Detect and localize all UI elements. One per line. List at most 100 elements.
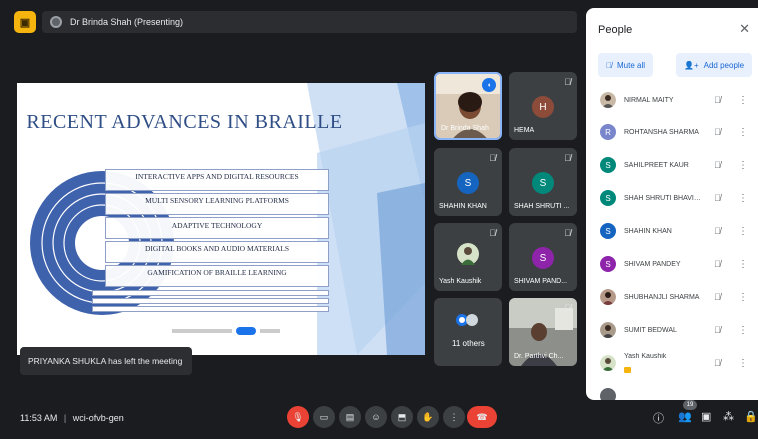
close-icon[interactable]: ✕: [739, 21, 750, 37]
participant-tile[interactable]: 🎙̸ Yash Kaushik: [434, 223, 502, 291]
mic-off-icon: 🎙̸: [714, 127, 721, 137]
avatar: [466, 314, 478, 326]
hangup-icon: ☎: [476, 411, 488, 422]
participant-row[interactable]: NIRMAL MAITY 🎙̸ ⋮: [586, 84, 758, 116]
participant-row[interactable]: S SAHILPREET KAUR 🎙̸ ⋮: [586, 149, 758, 181]
avatar: S: [532, 172, 554, 194]
participant-count-badge: 19: [683, 400, 697, 410]
more-options-icon[interactable]: ⋮: [738, 95, 748, 106]
top-bar: ▣ Dr Brinda Shah (Presenting): [0, 0, 585, 40]
participant-name: SHUBHANJLI SHARMA: [624, 293, 700, 301]
present-button[interactable]: ⬒: [391, 406, 413, 428]
mic-off-icon: 🎙̸: [714, 193, 721, 203]
host-controls-icon[interactable]: 🔒: [744, 410, 758, 423]
hand-raised-icon: [624, 367, 631, 373]
participant-tile[interactable]: 🎙̸ S SHAH SHRUTI ...: [509, 148, 577, 216]
mic-toggle-button[interactable]: 🎙: [287, 406, 309, 428]
more-options-icon[interactable]: ⋮: [738, 127, 748, 138]
slide-title: RECENT ADVANCES IN BRAILLE: [26, 111, 343, 133]
participant-name: SHIVAM PANDEY: [624, 260, 681, 268]
participant-row[interactable]: R ROHTANSHA SHARMA 🎙̸ ⋮: [586, 116, 758, 148]
mic-off-icon: 🎙̸: [489, 153, 496, 163]
avatar: S: [532, 247, 554, 269]
more-options-icon[interactable]: ⋮: [738, 325, 748, 336]
avatar: S: [457, 172, 479, 194]
participant-tile[interactable]: ◖ Dr Brinda Shah: [434, 72, 502, 140]
tile-name: 11 others: [452, 339, 485, 348]
bottom-bar: 11:53 AM | wci-ofvb-gen 🎙 ▭ ▤ ☺ ⬒ ✋ ⋮ ☎ …: [0, 400, 758, 439]
tile-name: SHAH SHRUTI ...: [514, 203, 570, 210]
others-tile[interactable]: 11 others: [434, 298, 502, 366]
avatar: S: [600, 190, 616, 206]
participant-row[interactable]: [586, 380, 758, 400]
stop-sharing-pill: [236, 327, 256, 335]
tile-name: SHAHIN KHAN: [439, 203, 487, 210]
avatar: S: [600, 256, 616, 272]
avatar: S: [600, 157, 616, 173]
slide-bullet: GAMIFICATION OF BRAILLE LEARNING: [105, 265, 329, 287]
more-options-icon[interactable]: ⋮: [738, 226, 748, 237]
hide-text: [259, 329, 280, 333]
participant-name: SHAH SHRUTI BHAVINK...: [624, 194, 704, 202]
camera-icon: ▭: [319, 411, 329, 422]
mic-off-icon: 🎙̸: [714, 259, 721, 269]
avatar: [600, 92, 616, 108]
mic-off-icon: 🎙̸: [489, 228, 496, 238]
mic-off-icon: 🎙̸: [606, 60, 612, 70]
mic-off-icon: 🎙̸: [714, 226, 721, 236]
slide-bullet: DIGITAL BOOKS AND AUDIO MATERIALS: [105, 241, 329, 263]
more-options-button[interactable]: ⋮: [443, 406, 465, 428]
panel-title: People: [598, 24, 633, 36]
participant-name: SUMIT BEDWAL: [624, 326, 677, 334]
add-people-label: Add people: [703, 60, 745, 70]
presenting-chip[interactable]: Dr Brinda Shah (Presenting): [42, 11, 577, 33]
participant-tile[interactable]: 🎙̸ Dr. Parthvi Ch...: [509, 298, 577, 366]
clock-time: 11:53 AM: [20, 413, 58, 423]
tile-name: HEMA: [514, 127, 535, 134]
more-options-icon[interactable]: ⋮: [738, 160, 748, 171]
participant-row[interactable]: SUMIT BEDWAL 🎙̸ ⋮: [586, 314, 758, 346]
activities-icon[interactable]: ⁂: [723, 410, 734, 423]
avatar: [600, 388, 616, 400]
emoji-button[interactable]: ☺: [365, 406, 387, 428]
share-notice-bar: [172, 325, 332, 337]
mic-off-icon: 🎙̸: [564, 153, 571, 163]
mic-off-icon: 🎙̸: [714, 358, 721, 368]
chat-icon[interactable]: ▣: [701, 410, 711, 423]
captions-button[interactable]: ▤: [339, 406, 361, 428]
meeting-details-icon[interactable]: ⓘ: [653, 410, 664, 426]
participant-row[interactable]: SHUBHANJLI SHARMA 🎙̸ ⋮: [586, 281, 758, 313]
participant-tile[interactable]: 🎙̸ S SHIVAM PAND...: [509, 223, 577, 291]
mute-all-button[interactable]: 🎙̸ Mute all: [598, 53, 654, 77]
more-options-icon[interactable]: ⋮: [738, 358, 748, 369]
participant-row[interactable]: S SHAHIN KHAN 🎙̸ ⋮: [586, 215, 758, 247]
mute-all-label: Mute all: [617, 60, 646, 70]
leave-call-button[interactable]: ☎: [467, 406, 497, 428]
more-vert-icon: ⋮: [449, 411, 459, 422]
participant-tile[interactable]: 🎙̸ S SHAHIN KHAN: [434, 148, 502, 216]
slide-bullet: ADAPTIVE TECHNOLOGY: [105, 217, 329, 239]
presenter-label: Dr Brinda Shah (Presenting): [70, 17, 184, 27]
add-people-button[interactable]: 👤+ Add people: [676, 53, 753, 77]
participant-row[interactable]: Yash Kaushik 🎙̸ ⋮: [586, 347, 758, 379]
mic-off-icon: 🎙̸: [714, 292, 721, 302]
divider: |: [63, 413, 67, 423]
avatar: S: [600, 223, 616, 239]
people-panel: People ✕ 🎙̸ Mute all 👤+ Add people NIRMA…: [586, 8, 758, 400]
more-options-icon[interactable]: ⋮: [738, 292, 748, 303]
camera-toggle-button[interactable]: ▭: [313, 406, 335, 428]
more-options-icon[interactable]: ⋮: [738, 259, 748, 270]
mic-off-icon: 🎙̸: [564, 77, 571, 87]
more-options-icon[interactable]: ⋮: [738, 193, 748, 204]
participant-row[interactable]: S SHAH SHRUTI BHAVINK... 🎙̸ ⋮: [586, 182, 758, 214]
participant-row[interactable]: S SHIVAM PANDEY 🎙̸ ⋮: [586, 248, 758, 280]
mic-off-icon: 🎙̸: [564, 303, 571, 313]
avatar: [457, 243, 479, 265]
participant-tile[interactable]: 🎙̸ H HEMA: [509, 72, 577, 140]
meeting-code: wci-ofvb-gen: [72, 413, 124, 423]
mic-off-icon: 🎙̸: [714, 325, 721, 335]
people-icon[interactable]: 👥: [678, 410, 692, 423]
tile-name: Yash Kaushik: [439, 278, 482, 285]
tile-name: SHIVAM PAND...: [514, 278, 568, 285]
raise-hand-button[interactable]: ✋: [417, 406, 439, 428]
